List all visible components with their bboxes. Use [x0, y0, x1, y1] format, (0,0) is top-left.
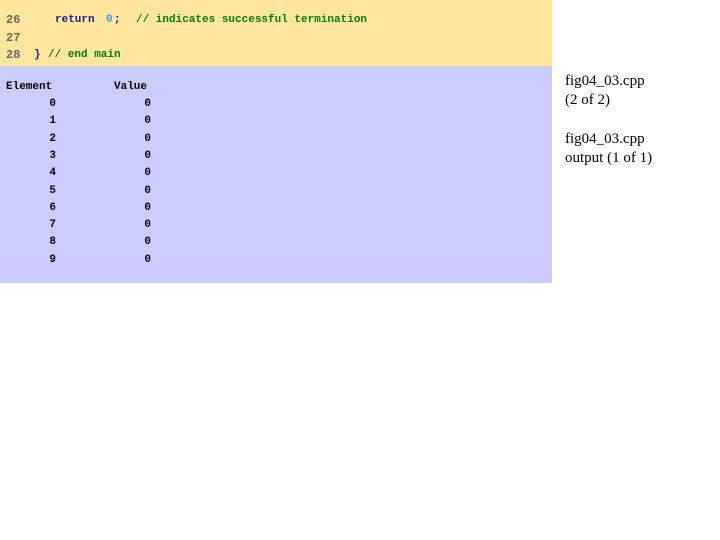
element-index: 9 [49, 253, 56, 266]
file-name: fig04_03.cpp [565, 73, 645, 89]
element-value: 0 [144, 253, 151, 266]
header-element: Element [6, 81, 53, 93]
program-output: Element Value 0 0 1 0 2 0 3 0 4 0 5 0 6 0 7 0 8 0 9 0 [0, 66, 552, 283]
line-number: 27 [6, 31, 21, 45]
line-number: 28 [6, 48, 21, 62]
element-value: 0 [144, 236, 151, 249]
closing-brace: } [34, 49, 41, 61]
element-value: 0 [144, 167, 151, 180]
slide-caption-2: fig04_03.cpp output (1 of 1) [565, 130, 652, 168]
element-index: 0 [49, 98, 56, 110]
element-value: 0 [144, 201, 151, 214]
slide-caption-1: fig04_03.cpp (2 of 2) [565, 72, 645, 110]
element-index: 8 [49, 236, 56, 249]
element-value: 0 [144, 98, 151, 110]
element-value: 0 [144, 115, 151, 128]
element-index: 3 [49, 149, 56, 162]
file-name: fig04_03.cpp [565, 131, 645, 147]
element-value: 0 [144, 149, 151, 162]
line-number: 26 [6, 13, 21, 27]
header-value: Value [114, 81, 148, 93]
element-index: 2 [49, 132, 56, 145]
page-indicator: (2 of 2) [565, 92, 610, 108]
element-index: 4 [49, 167, 56, 180]
element-value: 0 [144, 219, 151, 232]
comment: // end main [48, 49, 121, 61]
element-value: 0 [144, 184, 151, 197]
element-index: 1 [49, 115, 56, 128]
element-index: 6 [49, 201, 56, 214]
code-listing: 26 return 0 ; // indicates successful te… [0, 0, 552, 66]
element-index: 7 [49, 219, 56, 232]
keyword-return: return [55, 14, 95, 26]
element-index: 5 [49, 184, 56, 197]
element-value: 0 [144, 132, 151, 145]
comment: // indicates successful termination [136, 14, 368, 26]
semicolon: ; [114, 14, 121, 26]
number-literal: 0 [106, 14, 113, 26]
page-indicator: output (1 of 1) [565, 150, 653, 166]
